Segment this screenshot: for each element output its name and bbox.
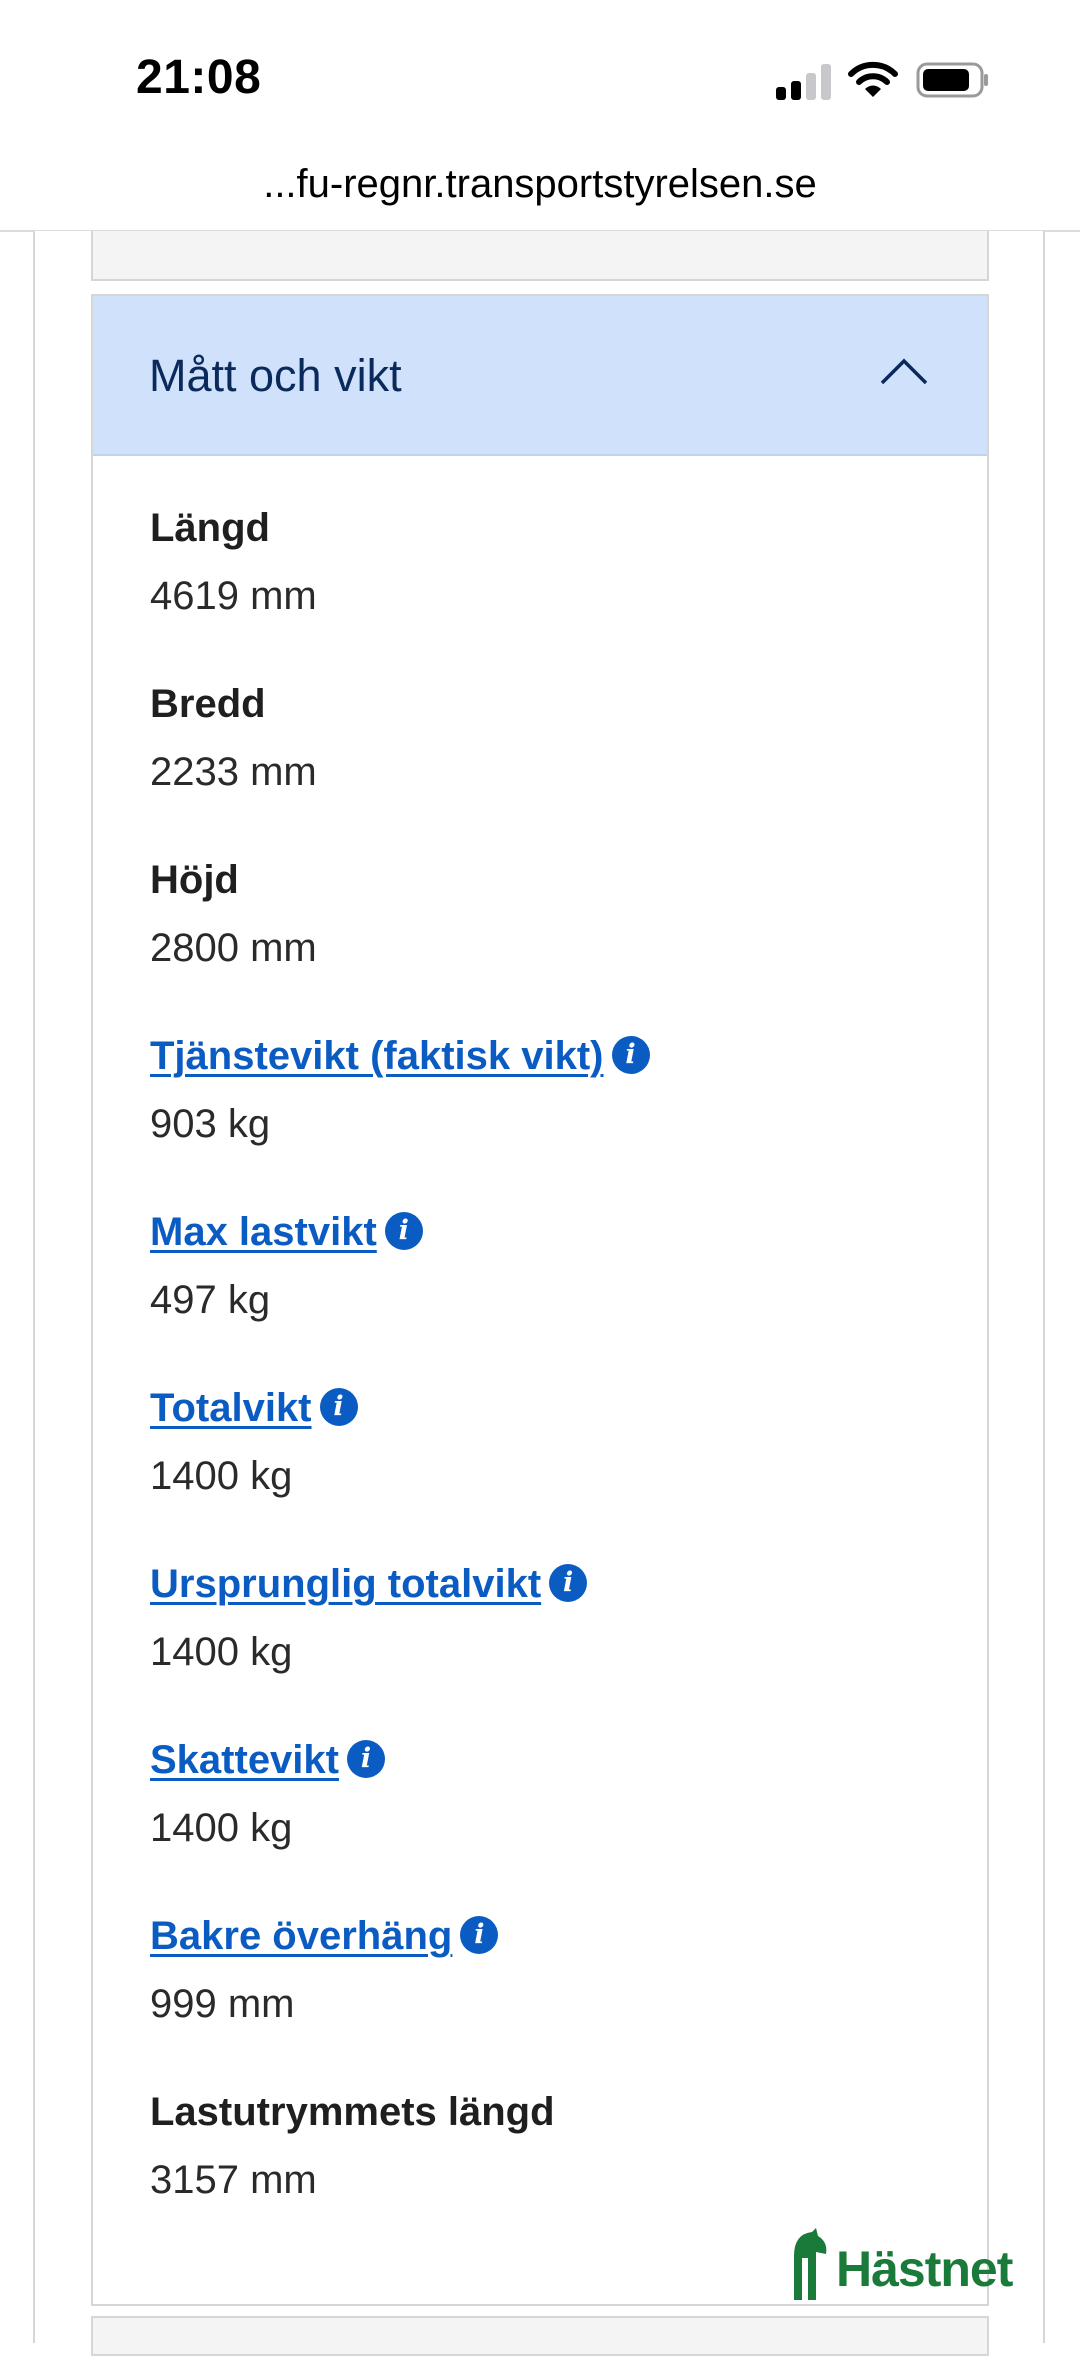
field-label-link[interactable]: Ursprunglig totalvikt [150, 1562, 541, 1606]
field-value: 2233 mm [150, 750, 317, 794]
status-time: 21:08 [136, 51, 262, 104]
hastnet-logo: Hästnet [790, 2228, 1038, 2302]
accordion-matt-och-vikt: Mått och vikt Längd 4619 mm Bredd 2233 mm Hö… [91, 294, 989, 2306]
info-icon[interactable]: i [319, 1388, 358, 1427]
field-value: 2800 mm [150, 926, 317, 970]
accordion-header[interactable]: Mått och vikt [93, 296, 987, 456]
info-icon[interactable]: i [460, 1916, 499, 1955]
field-label-link[interactable]: Bakre överhäng [150, 1914, 452, 1958]
info-icon[interactable]: i [384, 1212, 423, 1251]
info-icon[interactable]: i [549, 1564, 588, 1603]
field-label: Höjd [150, 858, 239, 902]
status-bar: 21:08 [0, 0, 1080, 150]
field-value: 1400 kg [150, 1454, 293, 1498]
chevron-up-icon[interactable] [879, 356, 929, 386]
previous-section-panel [91, 231, 989, 281]
wifi-icon [848, 61, 898, 97]
field-label[interactable]: Tjänstevikt (faktisk vikt) i [150, 1034, 650, 1079]
watermark-text: Hästnet [836, 2241, 1013, 2297]
field-label-link[interactable]: Skattevikt [150, 1738, 339, 1782]
field-value: 903 kg [150, 1102, 271, 1146]
field-value: 1400 kg [150, 1630, 293, 1674]
field-label[interactable]: Totalvikt i [150, 1386, 358, 1431]
field-label[interactable]: Max lastvikt i [150, 1210, 423, 1255]
field-label-link[interactable]: Max lastvikt [150, 1210, 377, 1254]
field-value: 1400 kg [150, 1806, 293, 1850]
field-label-link[interactable]: Tjänstevikt (faktisk vikt) [150, 1034, 604, 1078]
field-label[interactable]: Bakre överhäng i [150, 1914, 499, 1959]
field-value: 3157 mm [150, 2158, 317, 2202]
field-label: Längd [150, 506, 270, 550]
info-icon[interactable]: i [611, 1036, 650, 1075]
url-text[interactable]: ...fu-regnr.transportstyrelsen.se [0, 162, 1080, 207]
accordion-title: Mått och vikt [149, 350, 402, 401]
field-label-link[interactable]: Totalvikt [150, 1386, 312, 1430]
field-label[interactable]: Skattevikt i [150, 1738, 385, 1783]
cellular-signal-icon [776, 62, 831, 100]
info-icon[interactable]: i [346, 1740, 385, 1779]
battery-icon [916, 62, 988, 98]
field-value: 999 mm [150, 1982, 295, 2026]
field-label: Bredd [150, 682, 266, 726]
horse-logo-icon [794, 2228, 827, 2300]
next-section-panel [91, 2316, 989, 2356]
field-value: 4619 mm [150, 574, 317, 618]
address-bar[interactable]: ...fu-regnr.transportstyrelsen.se [0, 150, 1080, 232]
field-label[interactable]: Ursprunglig totalvikt i [150, 1562, 588, 1607]
field-label: Lastutrymmets längd [150, 2090, 555, 2134]
field-value: 497 kg [150, 1278, 271, 1322]
